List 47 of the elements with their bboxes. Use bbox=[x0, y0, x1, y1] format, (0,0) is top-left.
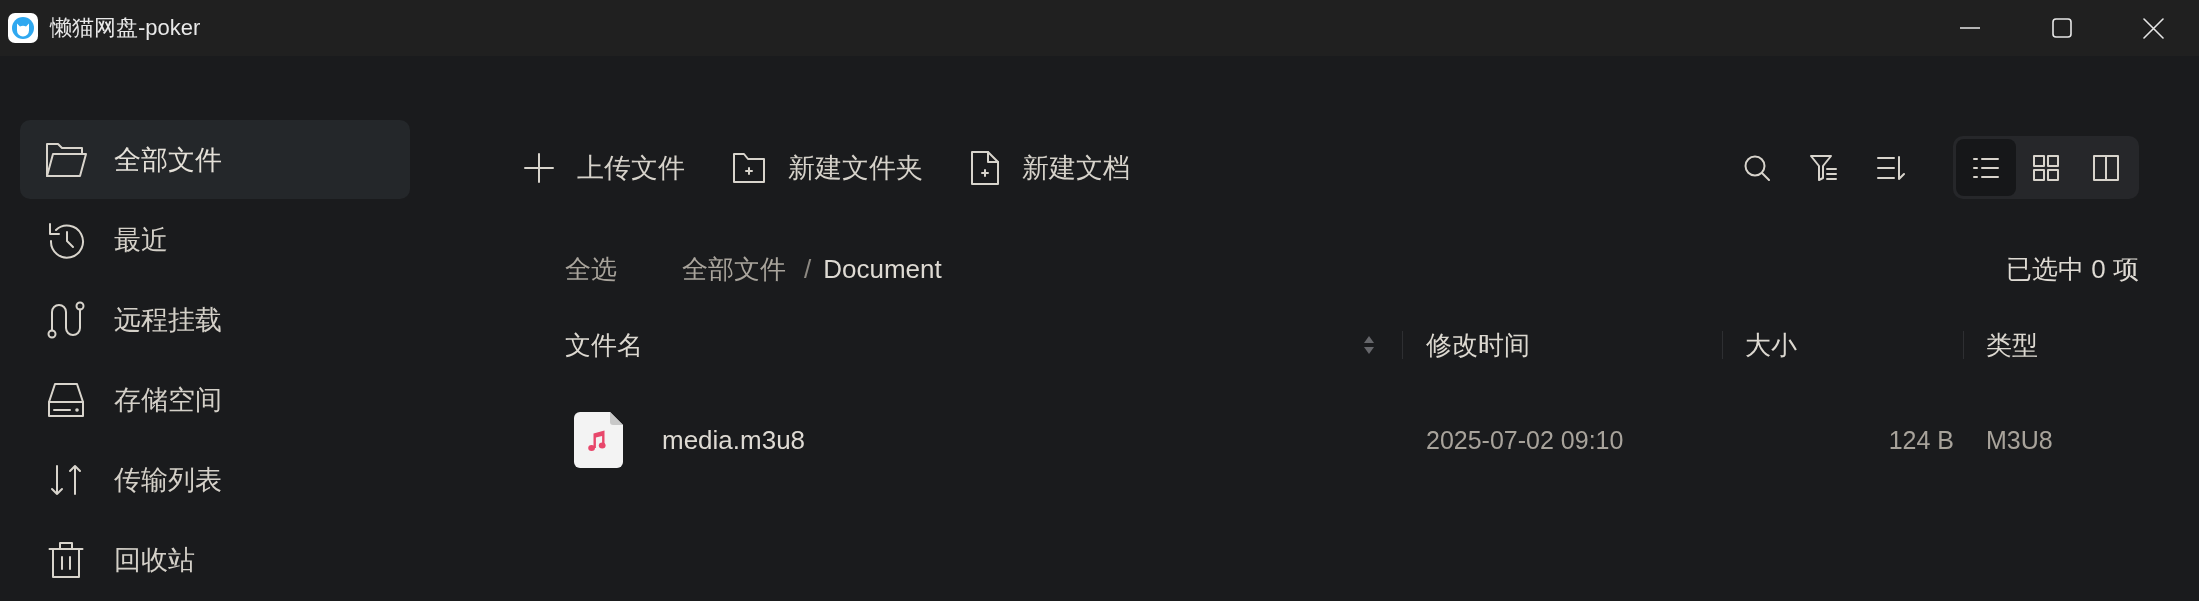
sidebar-item[interactable]: 存储空间 bbox=[20, 360, 410, 439]
file-size: 124 B bbox=[1888, 425, 1954, 455]
grid-view-icon bbox=[2033, 154, 2059, 181]
upload-button[interactable]: 上传文件 bbox=[524, 149, 685, 186]
sidebar-item[interactable]: 最近 bbox=[20, 200, 410, 279]
hard-drive-icon bbox=[47, 381, 85, 418]
search-button[interactable] bbox=[1744, 154, 1770, 181]
file-type: M3U8 bbox=[1986, 425, 2053, 455]
transfer-arrows-icon bbox=[50, 463, 82, 496]
minimize-icon bbox=[1960, 27, 1980, 29]
maximize-icon bbox=[2052, 18, 2072, 38]
route-icon bbox=[47, 300, 85, 339]
list-view-icon bbox=[1973, 156, 1999, 179]
breadcrumb-current: Document bbox=[823, 253, 942, 285]
split-view-icon bbox=[2093, 154, 2119, 181]
close-icon bbox=[2143, 17, 2164, 39]
column-header: 类型 bbox=[1986, 331, 2038, 359]
sidebar-item[interactable]: 回收站 bbox=[20, 520, 410, 599]
plus-icon bbox=[524, 152, 554, 183]
document-plus-icon bbox=[971, 150, 999, 185]
filter-button[interactable] bbox=[1810, 154, 1837, 181]
sidebar-item[interactable]: 全部文件 bbox=[20, 120, 410, 199]
new-document-button[interactable]: 新建文档 bbox=[971, 149, 1130, 186]
trash-icon bbox=[48, 540, 84, 579]
folder-icon bbox=[45, 141, 87, 178]
modified-time: 2025-07-02 09:10 bbox=[1426, 425, 1624, 455]
sort-button[interactable] bbox=[1877, 155, 1905, 180]
new-folder-button[interactable]: 新建文件夹 bbox=[733, 149, 923, 186]
folder-plus-icon bbox=[733, 152, 765, 183]
clock-icon bbox=[47, 220, 85, 259]
column-header: 修改时间 bbox=[1426, 331, 1530, 359]
selection-count: 已选中 0 项 bbox=[2006, 252, 2139, 286]
window-title: 懒猫网盘-poker bbox=[50, 14, 201, 42]
sidebar-item[interactable]: 传输列表 bbox=[20, 440, 410, 519]
filter-icon bbox=[1810, 154, 1837, 181]
sort-icon bbox=[1877, 155, 1905, 180]
sidebar-item[interactable]: 远程挂载 bbox=[20, 280, 410, 359]
list-view-button[interactable] bbox=[1956, 139, 2016, 196]
column-header[interactable]: 文件名 bbox=[565, 331, 643, 359]
search-icon bbox=[1744, 154, 1770, 181]
file-name[interactable]: media.m3u8 bbox=[662, 424, 806, 456]
music-file-icon bbox=[574, 412, 623, 468]
app-logo-icon bbox=[8, 13, 38, 43]
select-all-button[interactable]: 全选 bbox=[565, 251, 617, 287]
column-header: 大小 bbox=[1745, 331, 1797, 359]
breadcrumb-link[interactable]: 全部文件 bbox=[682, 251, 786, 287]
breadcrumb-separator: / bbox=[804, 253, 812, 285]
